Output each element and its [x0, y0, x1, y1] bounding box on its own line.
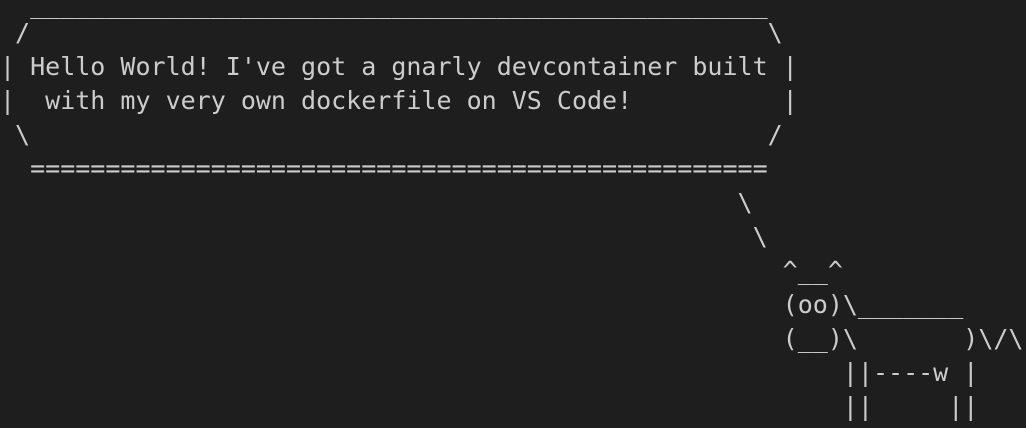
bubble-top-left-corner: / \	[0, 18, 783, 47]
bubble-bottom-border: ========================================…	[0, 154, 768, 183]
bubble-text-line-1: | Hello World! I've got a gnarly devcont…	[0, 52, 798, 81]
cow-legs: || ||	[0, 392, 979, 421]
cow-eyes: (oo)\_______	[0, 290, 964, 319]
bubble-text-line-2: | with my very own dockerfile on VS Code…	[0, 86, 798, 115]
bubble-bottom-corners: \ /	[0, 120, 783, 149]
cow-udder: ||----w |	[0, 358, 979, 387]
cow-ears: ^__^	[0, 256, 843, 285]
terminal-panel[interactable]: ________________________________________…	[0, 0, 1026, 428]
speech-tail-1: \	[0, 188, 753, 217]
cow-snout: (__)\ )\/\	[0, 324, 1024, 353]
speech-tail-2: \	[0, 222, 768, 251]
